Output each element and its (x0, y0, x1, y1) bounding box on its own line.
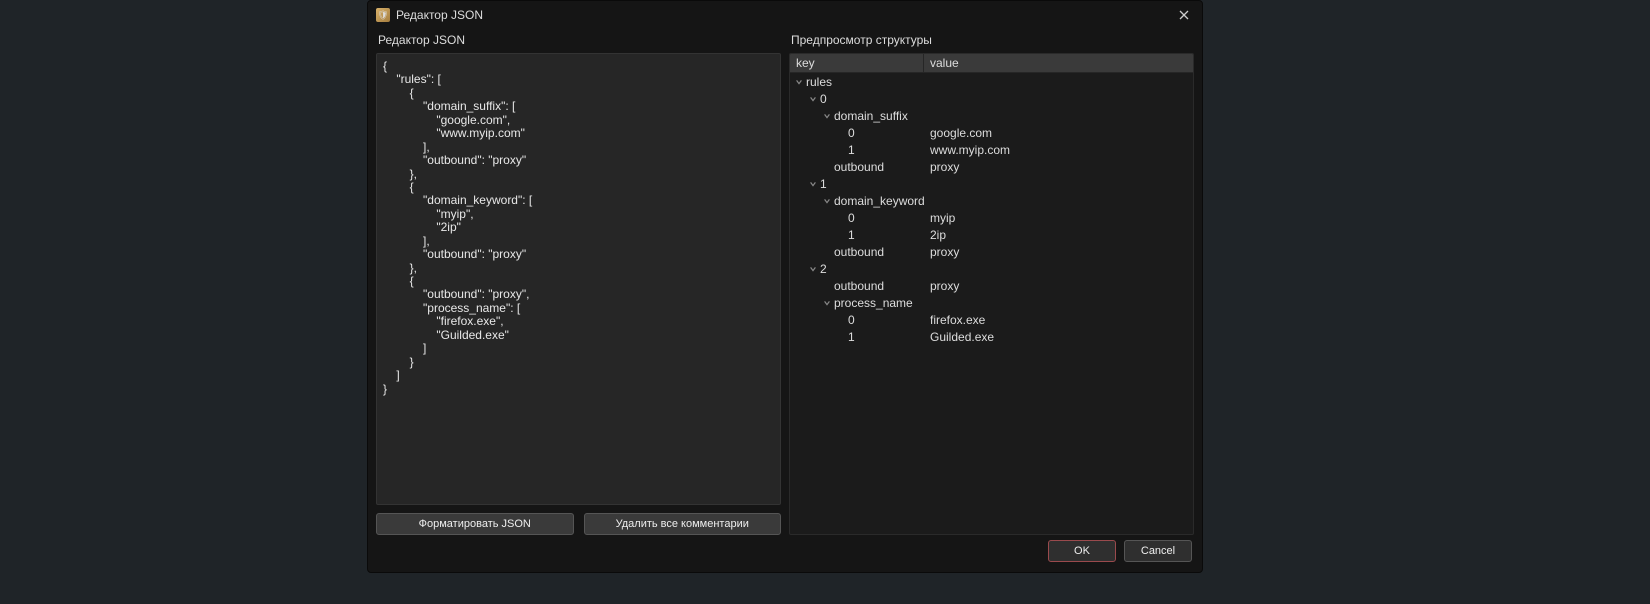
tree-key: 1 (848, 330, 855, 344)
app-icon: 🛡 (376, 8, 390, 22)
json-editor-textarea[interactable]: { "rules": [ { "domain_suffix": [ "googl… (376, 53, 781, 505)
tree-key: process_name (834, 296, 913, 310)
structure-tree[interactable]: key value rules 0 domain_suffix 0 google.com… (789, 53, 1194, 535)
chevron-down-icon[interactable] (822, 298, 832, 308)
preview-label: Предпросмотр структуры (789, 29, 1194, 53)
tree-row[interactable]: domain_suffix (790, 107, 1193, 124)
preview-panel: Предпросмотр структуры key value rules0d… (789, 29, 1194, 535)
tree-row[interactable]: 0 firefox.exe (790, 311, 1193, 328)
chevron-down-icon[interactable] (822, 196, 832, 206)
tree-key: 0 (848, 126, 855, 140)
tree-key: outbound (834, 279, 884, 293)
tree-row[interactable]: process_name (790, 294, 1193, 311)
tree-row[interactable]: outbound proxy (790, 243, 1193, 260)
tree-key: domain_suffix (834, 109, 908, 123)
tree-spacer (836, 332, 846, 342)
chevron-down-icon[interactable] (808, 264, 818, 274)
tree-row[interactable]: outbound proxy (790, 277, 1193, 294)
tree-spacer (822, 162, 832, 172)
tree-spacer (836, 145, 846, 155)
tree-header-value: value (924, 54, 1193, 72)
tree-row[interactable]: outbound proxy (790, 158, 1193, 175)
tree-row[interactable]: 0 (790, 90, 1193, 107)
strip-comments-button[interactable]: Удалить все комментарии (584, 513, 782, 535)
json-editor-dialog: 🛡 Редактор JSON Редактор JSON { "rules":… (367, 0, 1203, 573)
tree-row[interactable]: domain_keyword (790, 192, 1193, 209)
tree-key: 1 (820, 177, 827, 191)
tree-value: google.com (924, 126, 1193, 140)
tree-value: 2ip (924, 228, 1193, 242)
tree-value: www.myip.com (924, 143, 1193, 157)
tree-key: domain_keyword (834, 194, 924, 208)
ok-button[interactable]: OK (1048, 540, 1116, 562)
chevron-down-icon[interactable] (822, 111, 832, 121)
chevron-down-icon[interactable] (794, 77, 804, 87)
tree-spacer (836, 213, 846, 223)
tree-key: 1 (848, 228, 855, 242)
tree-value: myip (924, 211, 1193, 225)
tree-value: proxy (924, 279, 1193, 293)
tree-key: outbound (834, 245, 884, 259)
tree-row[interactable]: 0 google.com (790, 124, 1193, 141)
editor-label: Редактор JSON (376, 29, 781, 53)
chevron-down-icon[interactable] (808, 179, 818, 189)
tree-header: key value (790, 54, 1193, 73)
format-json-button[interactable]: Форматировать JSON (376, 513, 574, 535)
tree-key: 2 (820, 262, 827, 276)
tree-header-key: key (790, 54, 924, 72)
tree-key: 0 (848, 211, 855, 225)
tree-row[interactable]: 2 (790, 260, 1193, 277)
tree-key: outbound (834, 160, 884, 174)
editor-panel: Редактор JSON { "rules": [ { "domain_suf… (376, 29, 781, 535)
tree-spacer (822, 281, 832, 291)
close-button[interactable] (1174, 5, 1194, 25)
tree-key: 0 (848, 313, 855, 327)
chevron-down-icon[interactable] (808, 94, 818, 104)
tree-spacer (836, 230, 846, 240)
tree-value: proxy (924, 160, 1193, 174)
tree-key: rules (806, 75, 832, 89)
titlebar: 🛡 Редактор JSON (368, 1, 1202, 29)
tree-row[interactable]: rules (790, 73, 1193, 90)
tree-value: Guilded.exe (924, 330, 1193, 344)
window-title: Редактор JSON (396, 8, 483, 22)
tree-key: 1 (848, 143, 855, 157)
tree-key: 0 (820, 92, 827, 106)
tree-row[interactable]: 1 (790, 175, 1193, 192)
tree-spacer (822, 247, 832, 257)
tree-spacer (836, 128, 846, 138)
tree-spacer (836, 315, 846, 325)
tree-row[interactable]: 1 www.myip.com (790, 141, 1193, 158)
tree-value: firefox.exe (924, 313, 1193, 327)
cancel-button[interactable]: Cancel (1124, 540, 1192, 562)
tree-row[interactable]: 0 myip (790, 209, 1193, 226)
tree-row[interactable]: 1 Guilded.exe (790, 328, 1193, 345)
tree-value: proxy (924, 245, 1193, 259)
tree-row[interactable]: 1 2ip (790, 226, 1193, 243)
